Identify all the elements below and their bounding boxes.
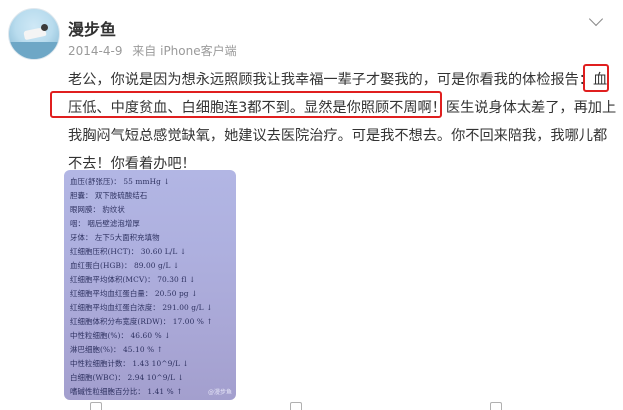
report-row: 中性粒细胞(%)： 46.60 % ↓ bbox=[70, 331, 171, 340]
report-row: 红细胞平均血红蛋白浓度： 291.00 g/L ↓ bbox=[70, 303, 213, 312]
report-row: 胆囊： 双下肢硫酸结石 bbox=[70, 191, 148, 200]
report-row: 中性粒细胞计数： 1.43 10^9/L ↓ bbox=[70, 359, 189, 368]
post-date: 2014-4-9 bbox=[68, 44, 123, 58]
comment-icon[interactable] bbox=[290, 402, 302, 410]
post-line-2-highlighted: 压低、中度贫血、白细胞连3都不到。显然是你照顾不周啊！ bbox=[68, 100, 446, 116]
report-row: 咽： 咽后壁滤泡增厚 bbox=[70, 219, 140, 228]
action-bar bbox=[0, 400, 623, 410]
report-photo[interactable]: 血压(舒张压)： 55 mmHg ↓ 胆囊： 双下肢硫酸结石 眼网膜： 豹纹状 … bbox=[64, 170, 236, 400]
report-row: 红细胞平均血红蛋白量： 20.50 pg ↓ bbox=[70, 289, 198, 298]
report-row: 红细胞平均体积(MCV)： 70.30 fl ↓ bbox=[70, 275, 196, 284]
post-line-1-text: 老公，你说是因为想永远照顾我让我幸福一辈子才娶我的，可是你看我的体检报告： bbox=[68, 72, 593, 88]
report-row: 嗜碱性粒细胞百分比： 1.41 % ↑ bbox=[70, 387, 183, 396]
post-source[interactable]: 来自 iPhone客户端 bbox=[132, 44, 236, 58]
post-meta: 2014-4-9 来自 iPhone客户端 bbox=[68, 42, 243, 59]
report-row: 眼网膜： 豹纹状 bbox=[70, 205, 125, 214]
watermark: @漫步鱼 bbox=[207, 389, 232, 396]
avatar-sea bbox=[9, 42, 59, 59]
like-icon[interactable] bbox=[490, 402, 502, 410]
report-row: 红细胞压积(HCT)： 30.60 L/L ↓ bbox=[70, 247, 187, 256]
report-row: 淋巴细胞(%)： 45.10 % ↑ bbox=[70, 345, 163, 354]
post-line-2-text: 医生说身体太差了，再加上 bbox=[445, 100, 617, 116]
report-row: 白细胞(WBC)： 2.94 10^9/L ↓ bbox=[70, 373, 184, 382]
report-row: 牙体： 左下5大面积充填物 bbox=[70, 233, 160, 242]
user-name[interactable]: 漫步鱼 bbox=[68, 16, 116, 40]
post-line-1: 老公，你说是因为想永远照顾我让我幸福一辈子才娶我的，可是你看我的体检报告：血 bbox=[68, 66, 616, 94]
post-text: 老公，你说是因为想永远照顾我让我幸福一辈子才娶我的，可是你看我的体检报告：血 压… bbox=[68, 66, 616, 178]
post-line-3: 我胸闷气短总感觉缺氧，她建议去医院治疗。可是我不想去。你不回来陪我，我哪儿都 bbox=[68, 128, 608, 144]
report-row: 红细胞体积分布宽度(RDW)： 17.00 % ↑ bbox=[70, 317, 213, 326]
post-line-2: 压低、中度贫血、白细胞连3都不到。显然是你照顾不周啊！医生说身体太差了，再加上 bbox=[68, 94, 616, 122]
report-row: 血压(舒张压)： 55 mmHg ↓ bbox=[70, 177, 170, 186]
avatar-head bbox=[41, 24, 48, 31]
report-row: 血红蛋白(HGB)： 89.00 g/L ↓ bbox=[70, 261, 180, 270]
chevron-down-icon[interactable] bbox=[588, 11, 604, 27]
post-line-1-highlighted: 血 bbox=[592, 72, 608, 88]
share-icon[interactable] bbox=[90, 402, 102, 410]
avatar[interactable] bbox=[8, 8, 60, 60]
